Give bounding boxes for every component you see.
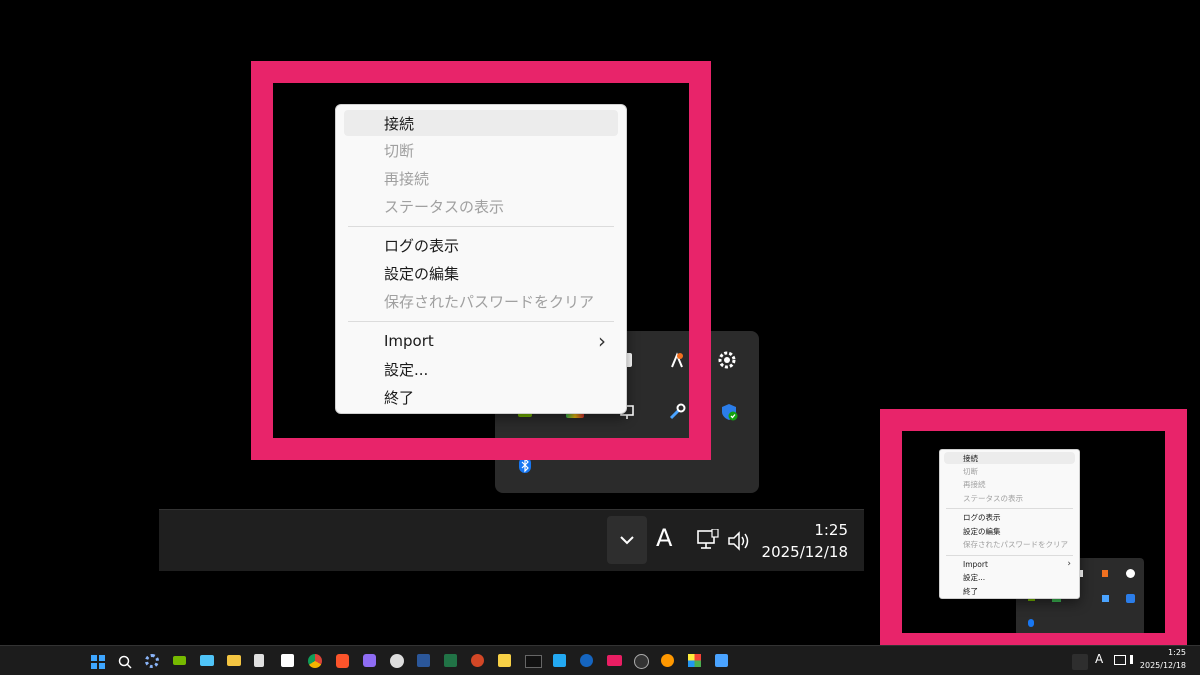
chrome-icon[interactable] — [308, 654, 322, 668]
app3-icon[interactable] — [607, 655, 622, 666]
powerpoint-icon[interactable] — [471, 654, 484, 667]
app-icon[interactable] — [363, 654, 376, 667]
network-icon[interactable] — [1114, 655, 1126, 665]
ime-indicator-small[interactable]: A — [1095, 652, 1103, 666]
xm-icon[interactable] — [525, 655, 542, 668]
show-hidden-icons-button[interactable] — [607, 516, 647, 564]
openvpn-icon[interactable] — [254, 654, 264, 667]
clock-date-small[interactable]: 2025/12/18 — [1140, 661, 1186, 670]
steam-icon[interactable] — [390, 654, 404, 668]
file-explorer-icon[interactable] — [227, 655, 241, 666]
vscode-icon[interactable] — [553, 654, 566, 667]
obs-icon[interactable] — [634, 654, 649, 669]
sticky-icon[interactable] — [498, 654, 511, 667]
app5-icon[interactable] — [688, 654, 701, 667]
excel-icon[interactable] — [444, 654, 457, 667]
notion-icon[interactable] — [281, 654, 294, 667]
highlight-frame-small — [880, 409, 1187, 655]
defender-shield-tray-icon[interactable] — [719, 402, 739, 422]
app4-icon[interactable] — [661, 654, 674, 667]
volume-icon[interactable] — [727, 530, 751, 556]
network-icon[interactable] — [696, 528, 720, 555]
brave-icon[interactable] — [336, 654, 349, 668]
settings-gear-tray-icon[interactable] — [717, 350, 737, 370]
ime-indicator[interactable]: A — [656, 524, 672, 552]
chevron-up-icon[interactable] — [1072, 654, 1088, 670]
search-icon[interactable] — [118, 654, 132, 673]
app6-icon[interactable] — [715, 654, 728, 667]
photos-icon[interactable] — [200, 655, 214, 666]
word-icon[interactable] — [417, 654, 430, 667]
taskbar: A 1:25 2025/12/18 — [0, 645, 1200, 675]
nvidia-icon[interactable] — [173, 656, 186, 665]
highlight-frame-large — [251, 61, 711, 460]
chevron-down-icon — [620, 536, 634, 545]
settings-icon[interactable] — [145, 654, 159, 668]
clock-time-small[interactable]: 1:25 — [1168, 648, 1186, 657]
start-icon[interactable] — [91, 654, 105, 669]
clock-date[interactable]: 2025/12/18 — [762, 543, 848, 561]
app2-icon[interactable] — [580, 654, 593, 667]
taskbar-zoomed: A 1:25 2025/12/18 — [159, 509, 864, 571]
clock-time[interactable]: 1:25 — [814, 521, 848, 539]
